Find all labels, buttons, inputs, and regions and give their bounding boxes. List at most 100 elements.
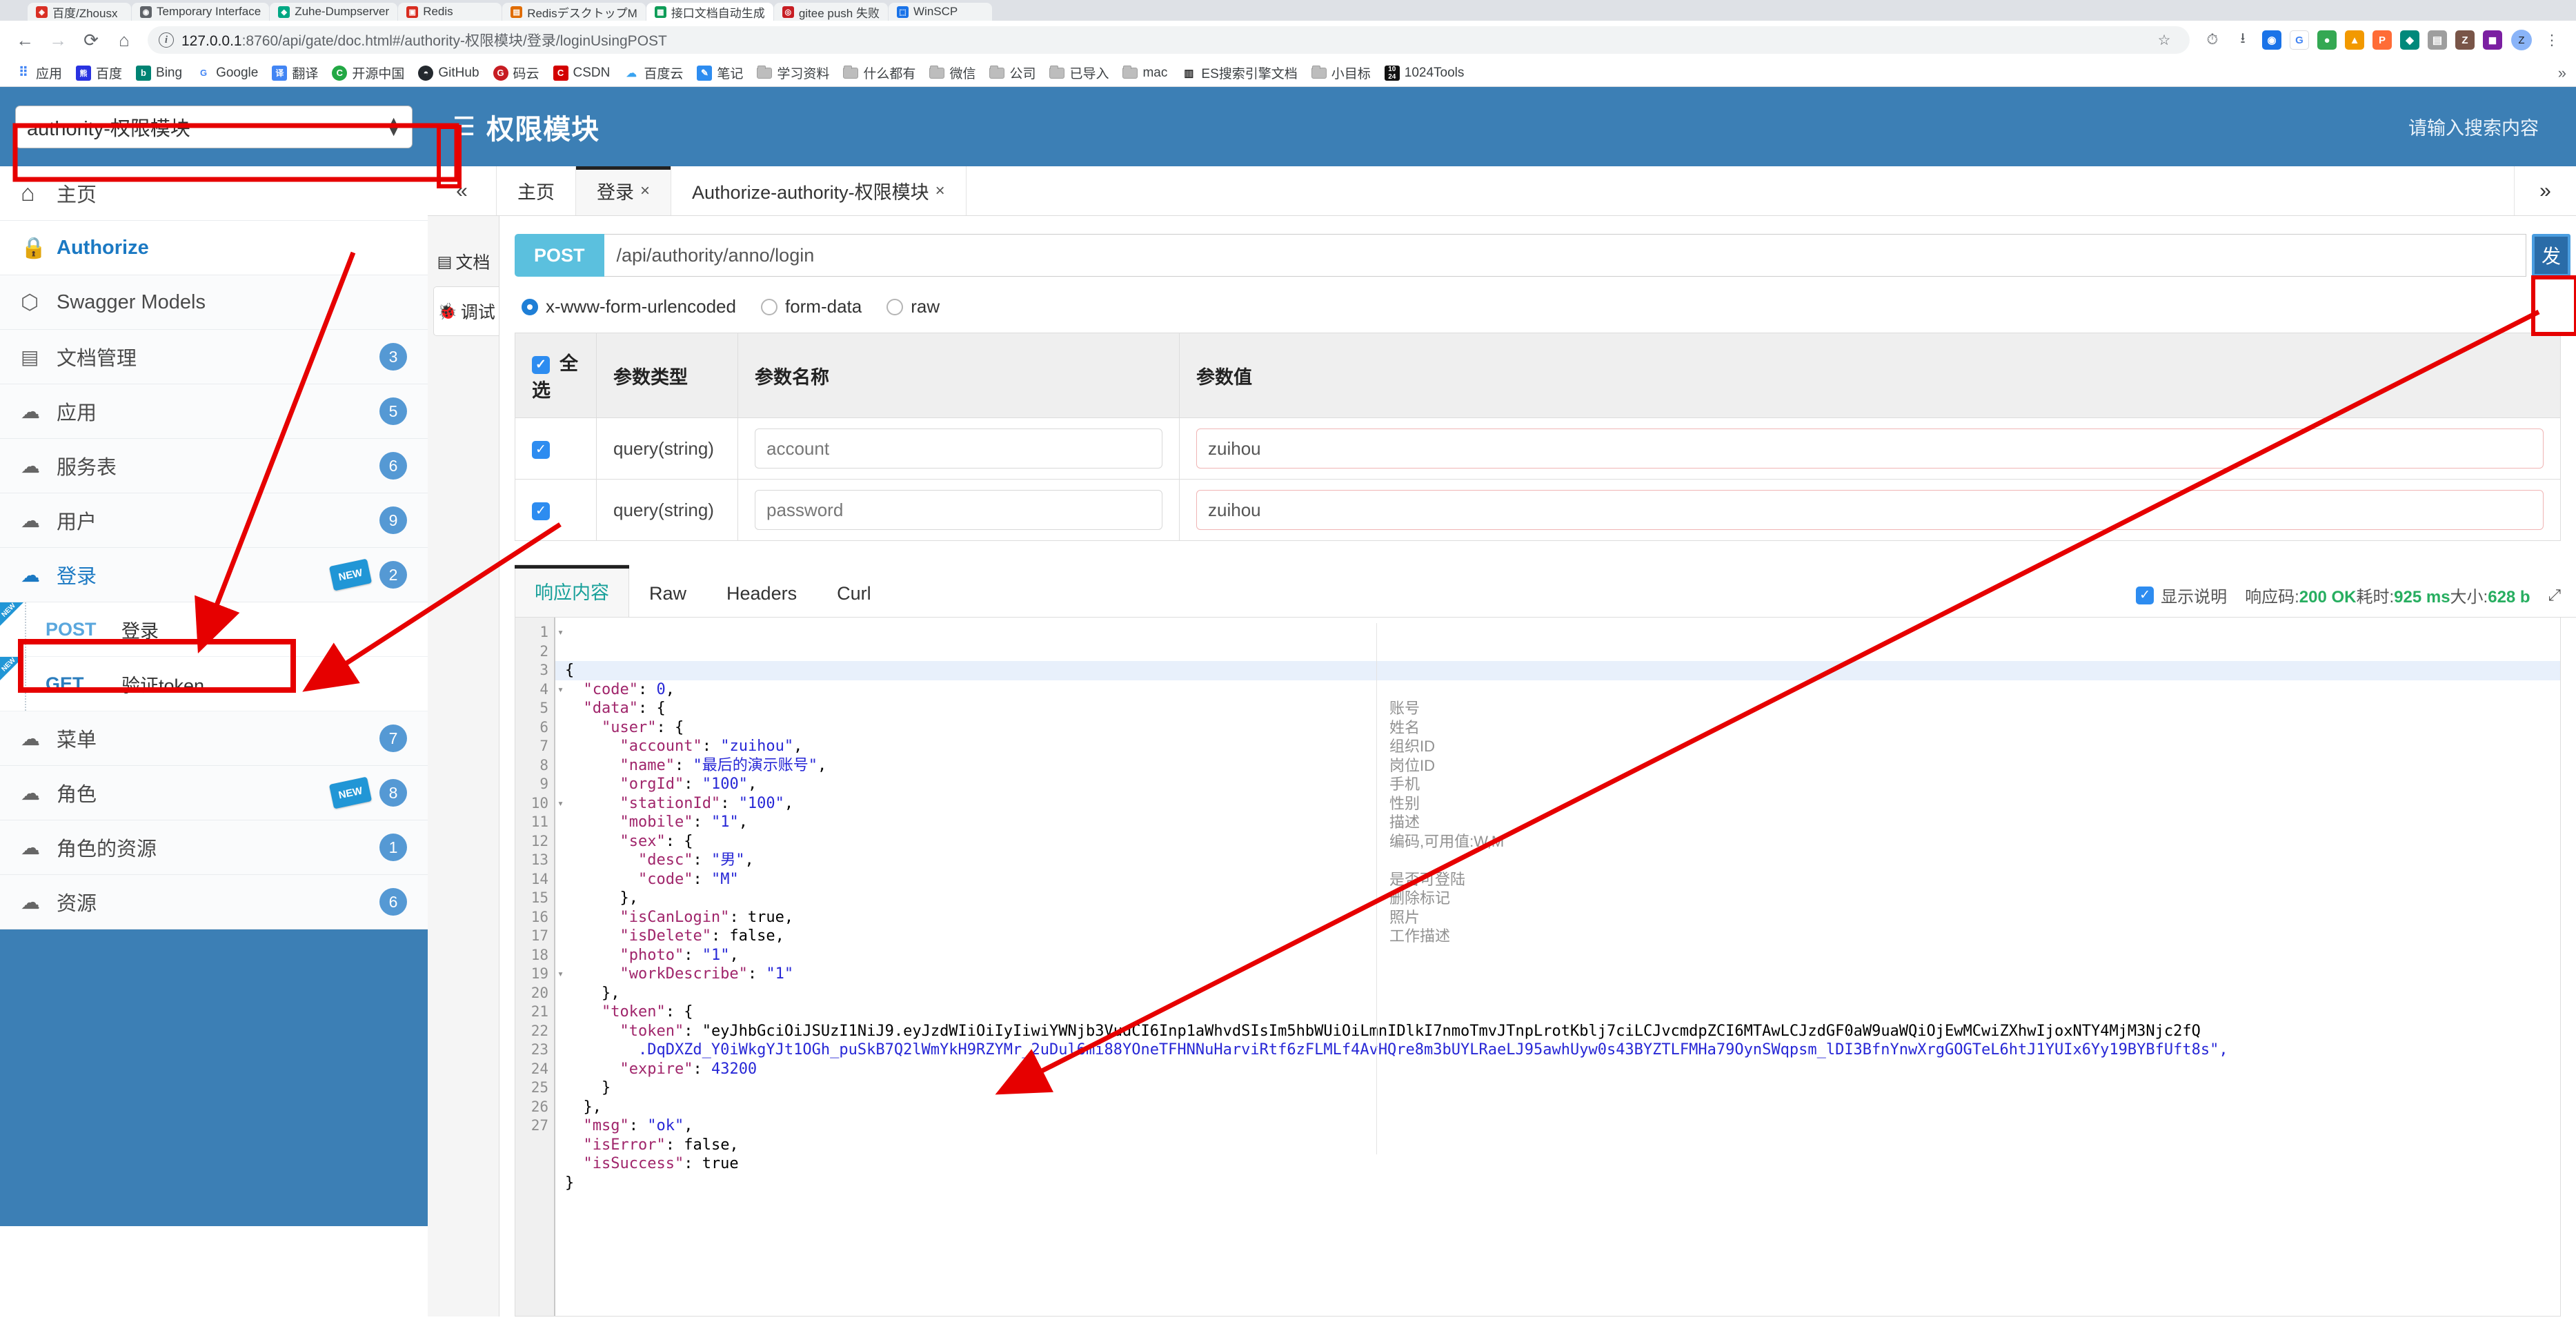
extension-ext-green-icon[interactable]: ●	[2317, 30, 2337, 50]
select-all-checkbox[interactable]: ✓	[532, 355, 550, 374]
param-value-input[interactable]: zuihou	[1196, 428, 2544, 469]
tab-raw[interactable]: Raw	[629, 570, 706, 617]
tabs-expand-icon[interactable]: »	[2514, 166, 2576, 215]
home-button[interactable]: ⌂	[109, 25, 139, 55]
history-icon[interactable]: ⏱	[2198, 26, 2227, 55]
radio-form-data[interactable]: form-data	[760, 296, 862, 317]
bookmark-folder-wechat[interactable]: 微信	[923, 61, 982, 85]
extension-ext-orange-icon[interactable]: ▲	[2345, 30, 2364, 50]
extension-ext-teal-icon[interactable]: ◆	[2400, 30, 2419, 50]
extension-ext-google-icon[interactable]: G	[2290, 30, 2309, 50]
sidebar-item-login[interactable]: ☁ 登录 NEW 2	[0, 548, 428, 602]
browser-tab-active[interactable]: ▦ 接口文档自动生成	[646, 3, 773, 21]
bookmark-folder-study[interactable]: 学习资料	[751, 61, 835, 85]
browser-tab[interactable]: ▣ Redis	[398, 3, 502, 21]
bookmark-gitee[interactable]: G 码云	[487, 61, 546, 85]
response-code-viewer[interactable]: 1234567891011121314151617181920212223242…	[515, 618, 2561, 1317]
sidebar-item-authorize[interactable]: 🔒 Authorize	[0, 221, 428, 275]
bookmark-1024tools[interactable]: 10 24 1024Tools	[1378, 63, 1471, 83]
bookmark-star-icon[interactable]: ☆	[2150, 26, 2179, 55]
baidu-icon: 熊	[76, 65, 92, 81]
forward-button[interactable]: →	[43, 25, 73, 55]
sidebar-item-resource[interactable]: ☁ 资源 6	[0, 875, 428, 929]
bookmark-bing[interactable]: b Bing	[130, 63, 188, 83]
tab-login[interactable]: 登录 ×	[576, 166, 672, 215]
sidebar-item-home[interactable]: ⌂ 主页	[0, 166, 428, 221]
profile-avatar[interactable]: Z	[2511, 30, 2532, 50]
extension-ext-purple-icon[interactable]: ◼	[2483, 30, 2502, 50]
extension-ext-grey-icon[interactable]: ▤	[2428, 30, 2447, 50]
search-input[interactable]: 请输入搜索内容	[2408, 113, 2551, 140]
bookmark-csdn[interactable]: C CSDN	[547, 63, 617, 83]
reload-button[interactable]: ⟳	[76, 25, 106, 55]
sidebar-endpoint-get-verify-token[interactable]: NEW GET 验证token	[0, 656, 428, 711]
bookmark-folder-misc[interactable]: 什么都有	[837, 61, 922, 85]
spinner-icon[interactable]: ▲ ▼	[386, 115, 401, 138]
sidebar-item-service-table[interactable]: ☁ 服务表 6	[0, 439, 428, 493]
radio-raw[interactable]: raw	[886, 296, 940, 317]
browser-menu-icon[interactable]: ⋮	[2537, 26, 2566, 55]
extension-ext-postman-icon[interactable]: P	[2372, 30, 2392, 50]
hamburger-icon[interactable]: ☰	[453, 114, 475, 139]
bookmark-folder-imported[interactable]: 已导入	[1043, 61, 1115, 85]
bookmark-translate[interactable]: 译 翻译	[266, 61, 324, 85]
bookmark-google[interactable]: G Google	[190, 63, 264, 83]
back-button[interactable]: ←	[10, 25, 40, 55]
extension-ext-blue-icon[interactable]: ◉	[2262, 30, 2281, 50]
bookmark-folder-goal[interactable]: 小目标	[1305, 61, 1377, 85]
param-name-input[interactable]: password	[755, 490, 1162, 530]
browser-tab[interactable]: ▤ RedisデスクトップM	[502, 3, 646, 21]
sidebar-item-menu[interactable]: ☁ 菜单 7	[0, 711, 428, 766]
downloads-icon[interactable]: ⭳	[2228, 26, 2257, 55]
tabs-collapse-icon[interactable]: «	[428, 166, 497, 215]
param-value-input[interactable]: zuihou	[1196, 490, 2544, 530]
bookmark-es-docs[interactable]: ▥ ES搜索引擎文档	[1175, 61, 1303, 85]
bookmarks-overflow-icon[interactable]: »	[2558, 64, 2566, 82]
browser-tab[interactable]: ◉ Temporary Interface	[132, 3, 270, 21]
sidebar-item-role[interactable]: ☁ 角色 NEW 8	[0, 766, 428, 820]
tab-curl[interactable]: Curl	[817, 570, 891, 617]
bookmark-github[interactable]: ◓ GitHub	[412, 63, 485, 83]
tab-response-body[interactable]: 响应内容	[515, 564, 629, 617]
site-info-icon[interactable]: i	[159, 32, 174, 48]
show-description-toggle[interactable]: ✓ 显示说明	[2136, 583, 2227, 607]
bookmark-folder-company[interactable]: 公司	[983, 61, 1042, 85]
param-name-input[interactable]: account	[755, 428, 1162, 469]
sidebar-item-swagger-models[interactable]: ⬡ Swagger Models	[0, 275, 428, 330]
module-select[interactable]: authority-权限模块 ▲ ▼	[15, 105, 413, 148]
sidebar-item-role-resource[interactable]: ☁ 角色的资源 1	[0, 820, 428, 875]
bookmark-baiduyun[interactable]: ☁ 百度云	[617, 61, 689, 85]
tab-document[interactable]: ▤ 文档	[428, 237, 499, 286]
tab-headers[interactable]: Headers	[706, 570, 817, 617]
close-icon[interactable]: ×	[935, 181, 945, 201]
th-select-all[interactable]: ✓ 全选	[515, 333, 597, 418]
bookmark-oschina[interactable]: C 开源中国	[326, 61, 410, 85]
sidebar-endpoint-post-login[interactable]: NEW POST 登录	[0, 602, 428, 657]
row-checkbox[interactable]: ✓	[532, 502, 550, 520]
address-bar[interactable]: i 127.0.0.1:8760/api/gate/doc.html#/auth…	[148, 26, 2190, 54]
browser-tab[interactable]: ◆ Zuhe-Dumpserver	[270, 3, 398, 21]
row-checkbox[interactable]: ✓	[532, 440, 550, 459]
request-url-input[interactable]: /api/authority/anno/login	[604, 234, 2526, 277]
browser-tab[interactable]: ◈ 百度/Zhousx	[28, 3, 131, 21]
tab-debug[interactable]: 🐞 调试	[433, 286, 499, 336]
line-number: 10	[515, 794, 564, 814]
tab-authorize-authority[interactable]: Authorize-authority-权限模块 ×	[671, 166, 967, 215]
tab-home[interactable]: 主页	[497, 166, 576, 215]
sidebar-item-user[interactable]: ☁ 用户 9	[0, 493, 428, 548]
browser-tab[interactable]: ◎ gitee push 失败	[773, 3, 888, 21]
bookmark-note[interactable]: ✎ 笔记	[691, 61, 749, 85]
send-button[interactable]: 发	[2532, 234, 2570, 277]
sidebar-item-apps[interactable]: ☁ 应用 5	[0, 384, 428, 439]
show-description-checkbox[interactable]: ✓	[2136, 586, 2154, 604]
extension-ext-zip-icon[interactable]: Z	[2455, 30, 2475, 50]
bookmark-apps[interactable]: ⠿ 应用	[10, 61, 68, 85]
bookmark-baidu[interactable]: 熊 百度	[70, 61, 128, 85]
bookmark-folder-mac[interactable]: mac	[1116, 63, 1173, 83]
expand-icon[interactable]: ⤢	[2548, 586, 2561, 604]
sidebar-item-doc-manage[interactable]: ▤ 文档管理 3	[0, 330, 428, 384]
code-line: {	[555, 661, 2560, 680]
radio-x-www-form-urlencoded[interactable]: x-www-form-urlencoded	[522, 296, 736, 317]
browser-tab[interactable]: ⬚ WinSCP	[889, 3, 992, 21]
close-icon[interactable]: ×	[640, 181, 650, 201]
